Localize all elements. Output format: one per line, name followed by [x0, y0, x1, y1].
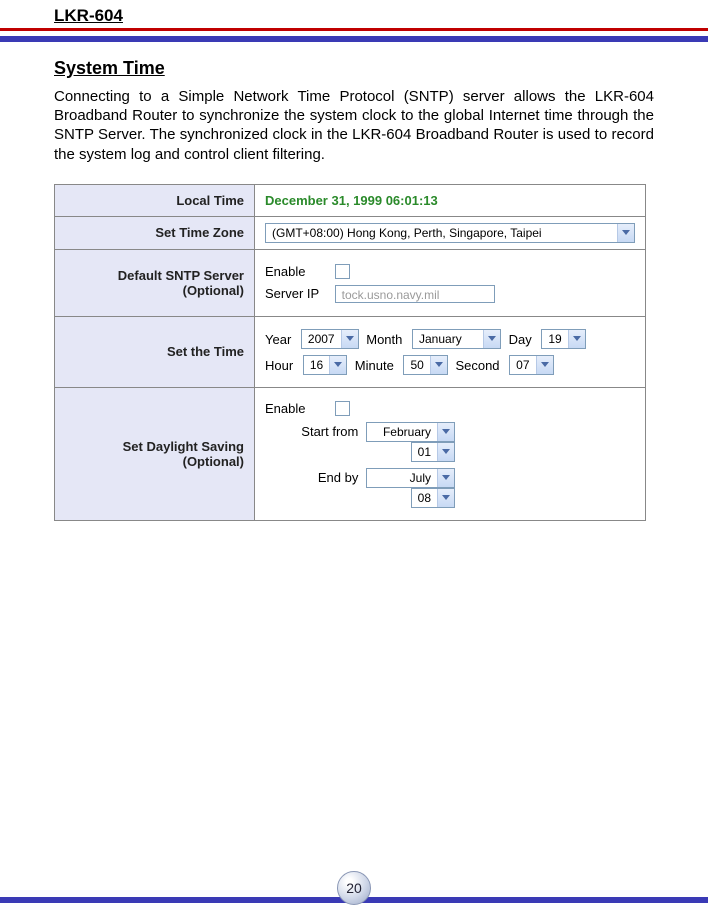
chevron-down-icon	[617, 224, 634, 242]
page-number-bubble: 20	[337, 871, 371, 905]
daylight-enable-checkbox[interactable]	[335, 401, 350, 416]
chevron-down-icon	[437, 443, 454, 461]
row-sntp: Default SNTP Server (Optional) Enable Se…	[55, 249, 645, 316]
daylight-end-day-text: 08	[412, 491, 437, 505]
day-select-text: 19	[542, 332, 567, 346]
row-local-time: Local Time December 31, 1999 06:01:13	[55, 185, 645, 217]
chevron-down-icon	[437, 423, 454, 441]
month-select-text: January	[413, 332, 483, 346]
day-label: Day	[509, 332, 532, 347]
sntp-label: Default SNTP Server (Optional)	[55, 249, 255, 316]
daylight-start-day-text: 01	[412, 445, 437, 459]
second-label: Second	[455, 358, 499, 373]
daylight-start-label: Start from	[283, 424, 358, 439]
daylight-end-day-select[interactable]: 08	[411, 488, 455, 508]
daylight-end-label: End by	[283, 470, 358, 485]
daylight-start-month-text: February	[367, 425, 437, 439]
day-select[interactable]: 19	[541, 329, 585, 349]
chevron-down-icon	[341, 330, 358, 348]
timezone-select[interactable]: (GMT+08:00) Hong Kong, Perth, Singapore,…	[265, 223, 635, 243]
chevron-down-icon	[437, 489, 454, 507]
month-label: Month	[366, 332, 402, 347]
second-select[interactable]: 07	[509, 355, 553, 375]
content-section: System Time Connecting to a Simple Netwo…	[54, 58, 654, 521]
daylight-end-month-text: July	[367, 471, 437, 485]
daylight-start-month-select[interactable]: February	[366, 422, 455, 442]
timezone-select-text: (GMT+08:00) Hong Kong, Perth, Singapore,…	[266, 226, 548, 240]
section-paragraph: Connecting to a Simple Network Time Prot…	[54, 87, 654, 164]
daylight-start-day-select[interactable]: 01	[411, 442, 455, 462]
daylight-end-month-select[interactable]: July	[366, 468, 455, 488]
chevron-down-icon	[536, 356, 553, 374]
year-label: Year	[265, 332, 291, 347]
sntp-enable-checkbox[interactable]	[335, 264, 350, 279]
row-daylight: Set Daylight Saving (Optional) Enable St…	[55, 387, 645, 520]
year-select-text: 2007	[302, 332, 341, 346]
daylight-label: Set Daylight Saving (Optional)	[55, 387, 255, 520]
daylight-enable-label: Enable	[265, 401, 331, 416]
minute-label: Minute	[355, 358, 394, 373]
hour-select[interactable]: 16	[303, 355, 347, 375]
set-time-label: Set the Time	[55, 316, 255, 387]
year-select[interactable]: 2007	[301, 329, 359, 349]
minute-select-text: 50	[404, 358, 429, 372]
local-time-value: December 31, 1999 06:01:13	[265, 193, 438, 208]
sntp-enable-label: Enable	[265, 264, 331, 279]
month-select[interactable]: January	[412, 329, 501, 349]
hour-select-text: 16	[304, 358, 329, 372]
chevron-down-icon	[437, 469, 454, 487]
chevron-down-icon	[430, 356, 447, 374]
page-number: 20	[346, 880, 362, 896]
settings-panel: Local Time December 31, 1999 06:01:13 Se…	[54, 184, 646, 521]
sntp-serverip-label: Server IP	[265, 286, 331, 301]
minute-select[interactable]: 50	[403, 355, 447, 375]
second-select-text: 07	[510, 358, 535, 372]
chevron-down-icon	[329, 356, 346, 374]
hour-label: Hour	[265, 358, 293, 373]
timezone-label: Set Time Zone	[55, 216, 255, 249]
top-rules	[0, 28, 708, 42]
sntp-serverip-input[interactable]: tock.usno.navy.mil	[335, 285, 495, 303]
chevron-down-icon	[568, 330, 585, 348]
row-timezone: Set Time Zone (GMT+08:00) Hong Kong, Per…	[55, 216, 645, 249]
rule-blue	[0, 36, 708, 42]
section-heading: System Time	[54, 58, 654, 79]
local-time-label: Local Time	[55, 185, 255, 217]
row-set-time: Set the Time Year 2007 Month January	[55, 316, 645, 387]
chevron-down-icon	[483, 330, 500, 348]
product-title: LKR-604	[54, 6, 708, 26]
rule-red	[0, 28, 708, 31]
